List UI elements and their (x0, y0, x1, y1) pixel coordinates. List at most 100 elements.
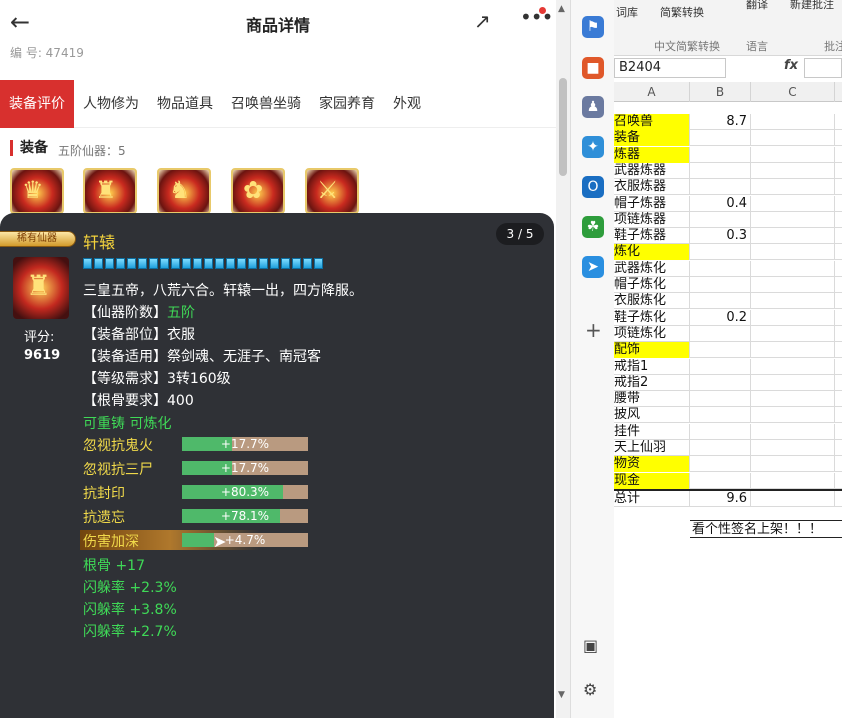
table-cell[interactable] (751, 440, 835, 456)
table-cell[interactable] (690, 456, 751, 473)
table-cell[interactable] (751, 456, 835, 473)
tab-character-cultivation[interactable]: 人物修为 (74, 80, 148, 128)
table-cell[interactable] (690, 130, 751, 147)
outlook-icon[interactable]: O (582, 176, 604, 198)
table-cell[interactable] (751, 472, 835, 489)
table-cell[interactable] (751, 325, 835, 342)
table-cell[interactable]: 挂件 (614, 423, 690, 440)
table-cell[interactable] (751, 130, 835, 147)
ribbon-item[interactable]: 词库 (616, 4, 638, 20)
table-cell[interactable]: 项链炼器 (614, 211, 690, 228)
scrollbar-thumb[interactable] (559, 78, 567, 176)
table-cell[interactable]: 衣服炼化 (614, 293, 690, 310)
share-icon[interactable]: ↗ (474, 9, 491, 33)
tree-icon[interactable]: ☘ (582, 216, 604, 238)
table-cell[interactable]: 武器炼化 (614, 260, 690, 277)
table-cell[interactable] (690, 211, 751, 228)
table-cell[interactable]: 鞋子炼化 (614, 309, 690, 326)
table-cell[interactable]: 炼化 (614, 244, 690, 261)
table-cell[interactable] (690, 423, 751, 440)
send-icon[interactable]: ➤ (582, 256, 604, 278)
table-cell[interactable] (690, 146, 751, 163)
formula-bar[interactable] (804, 58, 842, 78)
table-cell[interactable]: 帽子炼化 (614, 277, 690, 293)
table-cell[interactable] (690, 293, 751, 310)
table-cell[interactable] (751, 146, 835, 163)
table-cell[interactable] (751, 277, 835, 293)
total-label[interactable]: 总计 (614, 491, 690, 507)
column-header-a[interactable]: A (614, 82, 690, 102)
table-cell[interactable]: 0.2 (690, 309, 751, 326)
table-cell[interactable]: 鞋子炼器 (614, 228, 690, 245)
tab-appearance[interactable]: 外观 (384, 80, 430, 128)
table-cell[interactable] (751, 195, 835, 212)
table-cell[interactable] (751, 114, 835, 130)
table-cell[interactable]: 装备 (614, 130, 690, 147)
note-cell[interactable]: 看个性签名上架！！！ (690, 520, 842, 538)
table-cell[interactable]: 帽子炼器 (614, 195, 690, 212)
table-cell[interactable]: 0.4 (690, 195, 751, 212)
equipment-slot[interactable]: ✿ (231, 168, 285, 214)
table-cell[interactable]: 物资 (614, 456, 690, 473)
ribbon-item[interactable]: 简繁转换 (660, 4, 704, 20)
table-cell[interactable]: 天上仙羽 (614, 440, 690, 456)
table-cell[interactable]: 戒指2 (614, 374, 690, 391)
table-cell[interactable] (690, 472, 751, 489)
scroll-up-icon[interactable]: ▲ (558, 4, 565, 14)
more-icon[interactable]: ••• (520, 5, 553, 29)
copilot-icon[interactable]: ✦ (582, 136, 604, 158)
table-cell[interactable] (751, 342, 835, 359)
table-cell[interactable] (690, 407, 751, 424)
table-cell[interactable] (690, 277, 751, 293)
tag-icon[interactable]: ⚑ (582, 16, 604, 38)
scroll-down-icon[interactable]: ▼ (558, 690, 565, 700)
table-cell[interactable] (751, 358, 835, 375)
ribbon-item[interactable]: 翻译 (746, 0, 768, 12)
table-cell[interactable] (751, 260, 835, 277)
table-cell[interactable] (751, 407, 835, 424)
table-cell[interactable] (751, 211, 835, 228)
tab-home[interactable]: 家园养育 (310, 80, 384, 128)
table-cell[interactable] (690, 260, 751, 277)
ribbon-item[interactable]: 新建批注 (790, 0, 834, 12)
table-cell[interactable] (751, 423, 835, 440)
tab-summons-mounts[interactable]: 召唤兽坐骑 (222, 80, 310, 128)
table-cell[interactable] (751, 244, 835, 261)
table-cell[interactable] (690, 162, 751, 179)
equipment-slot[interactable]: ⚔ (305, 168, 359, 214)
tab-equipment-rating[interactable]: 装备评价 (0, 80, 74, 128)
table-cell[interactable] (690, 440, 751, 456)
table-cell[interactable]: 0.3 (690, 228, 751, 245)
table-cell[interactable] (751, 179, 835, 196)
table-cell[interactable] (690, 374, 751, 391)
table-cell[interactable]: 衣服炼器 (614, 179, 690, 196)
total-value[interactable]: 9.6 (690, 491, 751, 507)
tab-items[interactable]: 物品道具 (148, 80, 222, 128)
column-header-b[interactable]: B (690, 82, 751, 102)
table-cell[interactable]: 戒指1 (614, 358, 690, 375)
table-cell[interactable] (690, 391, 751, 408)
table-cell[interactable]: 配饰 (614, 342, 690, 359)
function-icon[interactable]: fx (784, 58, 798, 73)
table-cell[interactable]: 8.7 (690, 114, 751, 130)
table-cell[interactable] (690, 244, 751, 261)
name-box[interactable]: B2404 (614, 58, 726, 78)
chess-icon[interactable]: ♟ (582, 96, 604, 118)
table-cell[interactable]: 腰带 (614, 391, 690, 408)
table-cell[interactable] (690, 179, 751, 196)
equipment-slot[interactable]: ♛ (10, 168, 64, 214)
table-cell[interactable]: 现金 (614, 472, 690, 489)
toolbox-icon[interactable]: ■ (582, 57, 604, 79)
table-cell[interactable]: 披风 (614, 407, 690, 424)
table-cell[interactable] (690, 358, 751, 375)
equipment-slot[interactable]: ♜ (83, 168, 137, 214)
table-cell[interactable] (751, 391, 835, 408)
table-cell[interactable] (751, 309, 835, 326)
table-cell[interactable]: 武器炼器 (614, 162, 690, 179)
table-cell[interactable] (751, 162, 835, 179)
table-cell[interactable] (751, 491, 835, 507)
table-cell[interactable] (751, 374, 835, 391)
table-cell[interactable] (690, 342, 751, 359)
column-header-c[interactable]: C (751, 82, 835, 102)
settings-icon[interactable]: ⚙ (583, 680, 597, 699)
